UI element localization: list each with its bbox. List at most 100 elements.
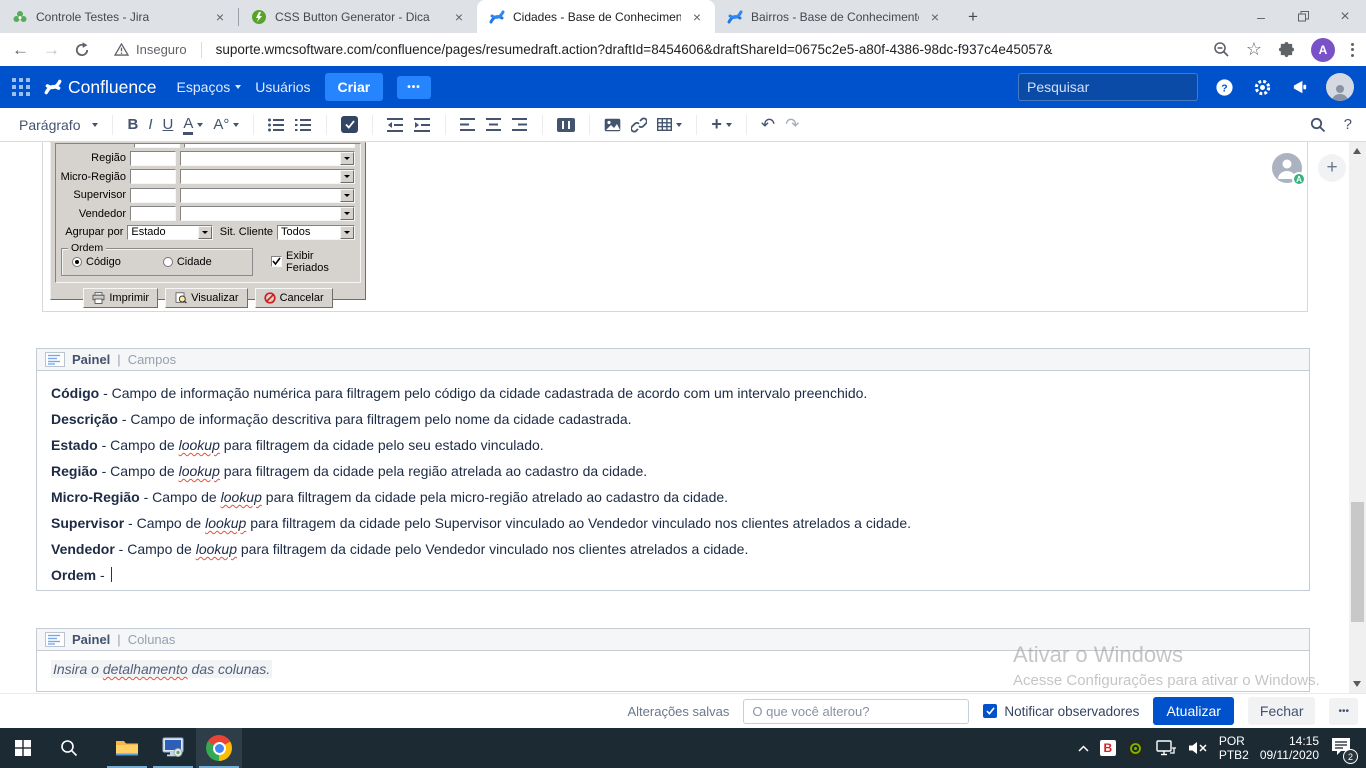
reload-icon[interactable]	[74, 42, 90, 58]
tab-cidades-active[interactable]: Cidades - Base de Conhecimento ×	[477, 0, 715, 33]
align-center-icon[interactable]	[486, 118, 502, 131]
insert-table-dropdown[interactable]	[657, 118, 682, 131]
help-icon[interactable]: ?	[1212, 75, 1236, 99]
chrome-taskbar-button[interactable]	[196, 728, 242, 768]
tab-controle-testes-jira[interactable]: Controle Testes - Jira ×	[0, 0, 238, 33]
underline-button[interactable]: U	[163, 116, 174, 133]
supervisor-code-input[interactable]	[130, 188, 176, 203]
announcements-megaphone-icon[interactable]	[1288, 75, 1312, 99]
tray-expand-chevron-icon[interactable]	[1078, 745, 1089, 752]
radio-codigo[interactable]	[72, 257, 82, 267]
confluence-search-box[interactable]	[1018, 73, 1198, 101]
nav-more-button[interactable]: •••	[397, 76, 431, 99]
url-text[interactable]: suporte.wmcsoftware.com/confluence/pages…	[216, 42, 1199, 57]
visualizar-button[interactable]: Visualizar	[165, 288, 248, 308]
scroll-up-icon[interactable]	[1353, 148, 1361, 154]
more-formatting-dropdown[interactable]: A°	[213, 116, 239, 133]
dropdown-arrow-icon[interactable]	[340, 226, 354, 239]
tab-css-button-generator[interactable]: CSS Button Generator - Dica ×	[239, 0, 477, 33]
align-right-icon[interactable]	[512, 118, 528, 131]
regiao-code-input[interactable]	[130, 151, 176, 166]
vertical-scrollbar[interactable]	[1349, 142, 1366, 693]
italic-button[interactable]: I	[148, 116, 152, 133]
collaborator-avatar[interactable]: A	[1272, 153, 1302, 183]
page-layout-icon[interactable]	[557, 118, 575, 132]
app-switcher-grid-icon[interactable]	[12, 78, 30, 96]
paragraph-style-dropdown[interactable]: Parágrafo	[19, 117, 98, 133]
undo-icon[interactable]: ↶	[761, 115, 775, 135]
tab-close-icon[interactable]: ×	[212, 9, 228, 25]
tab-close-icon[interactable]: ×	[927, 9, 943, 25]
agrupar-por-combo[interactable]: Estado	[127, 225, 213, 240]
window-minimize-button[interactable]: –	[1240, 0, 1282, 33]
create-button[interactable]: Criar	[325, 73, 384, 101]
dropdown-arrow-icon[interactable]	[340, 189, 354, 202]
editor-help-icon[interactable]: ?	[1344, 116, 1352, 133]
settings-gear-icon[interactable]	[1250, 75, 1274, 99]
action-center-button[interactable]: 2	[1330, 736, 1356, 760]
insert-image-icon[interactable]	[604, 118, 621, 132]
remote-desktop-button[interactable]	[150, 728, 196, 768]
task-list-icon[interactable]	[341, 116, 358, 133]
vendedor-combo[interactable]	[180, 206, 355, 221]
clock-tray[interactable]: 14:15 09/11/2020	[1260, 734, 1319, 762]
language-indicator[interactable]: POR PTB2	[1219, 734, 1249, 762]
radio-cidade[interactable]	[163, 257, 173, 267]
security-indicator[interactable]: Inseguro	[114, 42, 187, 57]
cancelar-button[interactable]: Cancelar	[255, 288, 333, 308]
dropdown-arrow-icon[interactable]	[198, 226, 212, 239]
browser-menu-kebab-icon[interactable]	[1351, 43, 1354, 57]
dropdown-arrow-icon[interactable]	[340, 207, 354, 220]
start-button[interactable]	[0, 728, 46, 768]
indent-icon[interactable]	[414, 118, 431, 132]
volume-muted-tray-icon[interactable]	[1188, 740, 1208, 756]
tab-close-icon[interactable]: ×	[451, 9, 467, 25]
sit-cliente-combo[interactable]: Todos	[277, 225, 355, 240]
new-tab-button[interactable]: +	[959, 3, 987, 31]
panel-campos-macro-body[interactable]: Código - Campo de informação numérica pa…	[36, 371, 1310, 591]
tab-close-icon[interactable]: ×	[689, 9, 705, 25]
extensions-puzzle-icon[interactable]	[1278, 41, 1295, 58]
confluence-search-input[interactable]	[1027, 79, 1208, 95]
user-avatar[interactable]	[1326, 73, 1354, 101]
change-comment-input[interactable]	[743, 699, 969, 724]
scrollbar-thumb[interactable]	[1351, 502, 1364, 622]
network-tray-icon[interactable]	[1155, 739, 1177, 757]
micro-regiao-combo[interactable]	[180, 169, 355, 184]
zoom-out-icon[interactable]	[1213, 41, 1230, 58]
window-close-button[interactable]: ×	[1324, 0, 1366, 33]
supervisor-combo[interactable]	[180, 188, 355, 203]
exibir-feriados-option[interactable]: Exibir Feriados	[271, 250, 355, 274]
text-color-dropdown[interactable]: A	[183, 115, 203, 135]
window-restore-button[interactable]	[1282, 0, 1324, 33]
taskbar-search-button[interactable]	[46, 728, 92, 768]
dropdown-arrow-icon[interactable]	[340, 152, 354, 165]
nav-spaces-menu[interactable]: Espaços	[177, 79, 242, 95]
insert-link-icon[interactable]	[631, 117, 647, 133]
micro-regiao-code-input[interactable]	[130, 169, 176, 184]
numbered-list-icon[interactable]	[295, 118, 312, 132]
nav-users-menu[interactable]: Usuários	[255, 79, 310, 95]
dropdown-arrow-icon[interactable]	[340, 170, 354, 183]
legacy-report-form-image[interactable]: Região Micro-Região Supervisor Vendedor	[50, 142, 366, 300]
panel-campos-macro-header[interactable]: Painel | Campos	[36, 348, 1310, 371]
editor-content-area[interactable]: Região Micro-Região Supervisor Vendedor	[0, 142, 1366, 693]
notify-watchers-option[interactable]: Notificar observadores	[983, 704, 1139, 719]
file-explorer-button[interactable]	[104, 728, 150, 768]
insert-element-plus-button[interactable]: +	[1318, 154, 1346, 182]
bullet-list-icon[interactable]	[268, 118, 285, 132]
regiao-combo[interactable]	[180, 151, 355, 166]
checkbox-checked-icon[interactable]	[983, 704, 997, 718]
browser-profile-avatar[interactable]: A	[1311, 38, 1335, 62]
antivirus-tray-icon[interactable]: B	[1100, 740, 1116, 756]
vendedor-code-input[interactable]	[130, 206, 176, 221]
savebar-more-button[interactable]: •••	[1329, 698, 1358, 725]
imprimir-button[interactable]: Imprimir	[83, 288, 158, 308]
nvidia-tray-icon[interactable]	[1127, 740, 1144, 757]
outdent-icon[interactable]	[387, 118, 404, 132]
bold-button[interactable]: B	[127, 116, 138, 133]
tab-bairros[interactable]: Bairros - Base de Conhecimento ×	[715, 0, 953, 33]
update-button[interactable]: Atualizar	[1153, 697, 1233, 725]
editor-search-icon[interactable]	[1310, 117, 1326, 133]
checkbox-checked-icon[interactable]	[271, 256, 282, 267]
